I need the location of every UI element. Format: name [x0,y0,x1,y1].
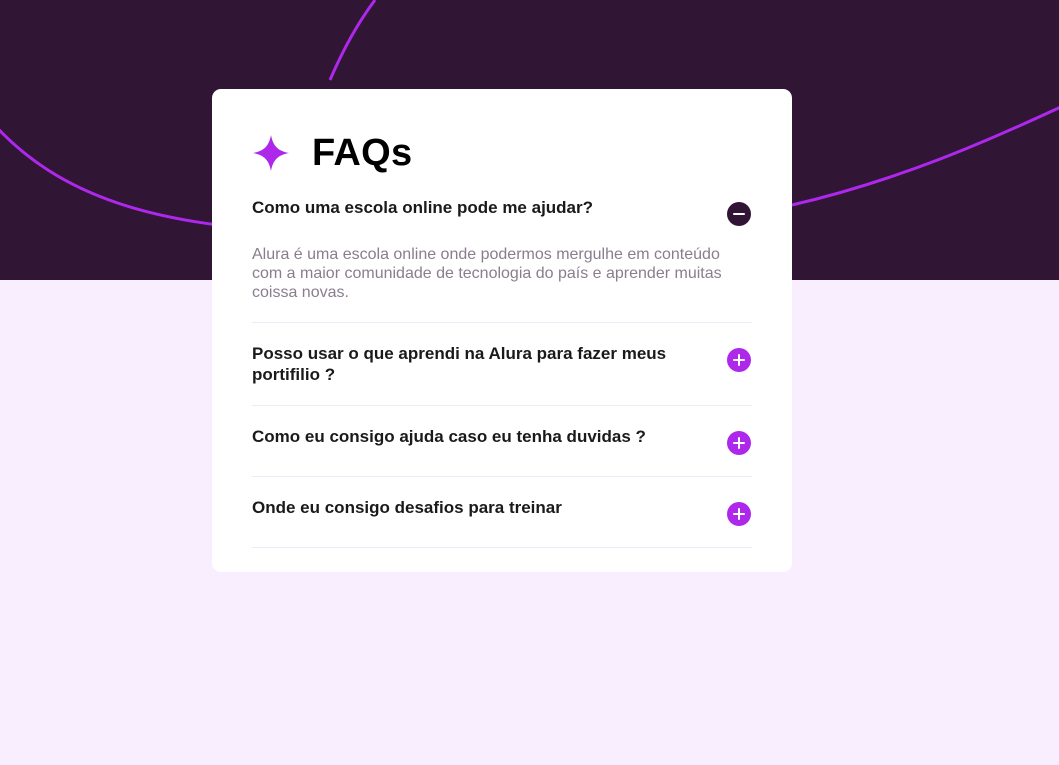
faq-list: Como uma escola online pode me ajudar? A… [252,189,752,548]
page-title: FAQs [312,131,413,174]
faq-answer: Alura é uma escola online onde podermos … [252,246,722,301]
plus-circle-icon[interactable] [726,501,752,527]
faq-item: Onde eu consigo desafios para treinar [252,477,752,548]
faq-question-toggle[interactable]: Como uma escola online pode me ajudar? [252,197,752,227]
minus-circle-icon[interactable] [726,201,752,227]
faq-question[interactable]: Posso usar o que aprendi na Alura para f… [252,343,707,385]
faq-question-toggle[interactable]: Posso usar o que aprendi na Alura para f… [252,343,752,385]
star-icon [252,134,290,172]
faq-item: Posso usar o que aprendi na Alura para f… [252,323,752,406]
plus-circle-icon[interactable] [726,430,752,456]
faq-question-toggle[interactable]: Onde eu consigo desafios para treinar [252,497,752,527]
faq-item: Como uma escola online pode me ajudar? A… [252,189,752,323]
faq-item: Como eu consigo ajuda caso eu tenha duvi… [252,406,752,477]
faq-question[interactable]: Como uma escola online pode me ajudar? [252,197,593,218]
faq-header: FAQs [252,129,752,177]
faq-question[interactable]: Como eu consigo ajuda caso eu tenha duvi… [252,426,646,447]
faq-card: FAQs Como uma escola online pode me ajud… [212,89,792,572]
plus-circle-icon[interactable] [726,347,752,373]
faq-question-toggle[interactable]: Como eu consigo ajuda caso eu tenha duvi… [252,426,752,456]
faq-question[interactable]: Onde eu consigo desafios para treinar [252,497,562,518]
